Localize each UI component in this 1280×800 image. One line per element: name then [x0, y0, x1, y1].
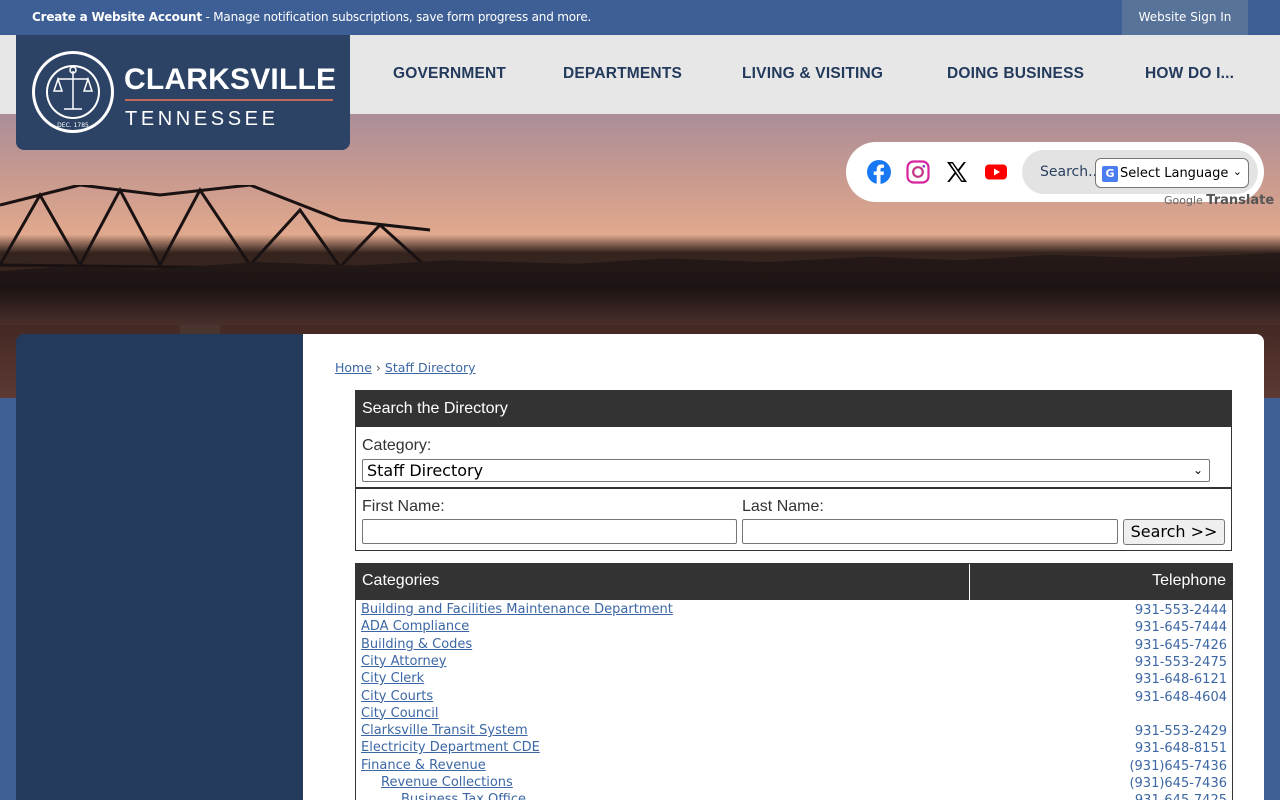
google-label: Google: [1164, 194, 1203, 207]
category-link[interactable]: Electricity Department CDE: [361, 740, 540, 755]
directory-search-panel: Search the Directory Category: Staff Dir…: [355, 390, 1232, 488]
google-translate-icon: G: [1102, 166, 1118, 182]
table-header: Categories Telephone: [356, 564, 1232, 600]
name-search-panel: First Name: Last Name: Search >>: [355, 488, 1232, 551]
table-row: Clarksville Transit System 931-553-2429: [356, 722, 1232, 739]
table-row: Finance & Revenue (931)645-7436: [356, 757, 1232, 774]
top-bar: Create a Website Account - Manage notifi…: [0, 0, 1280, 35]
category-link[interactable]: Clarksville Transit System: [361, 723, 528, 738]
language-select[interactable]: G Select Language ⌄: [1095, 158, 1249, 188]
category-select[interactable]: Staff Directory ⌄: [362, 459, 1210, 482]
breadcrumb: Home › Staff Directory: [335, 360, 476, 375]
category-link[interactable]: Building & Codes: [361, 637, 472, 652]
category-link[interactable]: City Courts: [361, 689, 433, 704]
x-icon[interactable]: [945, 160, 969, 184]
table-row: City Attorney 931-553-2475: [356, 653, 1232, 670]
header-divider: [969, 564, 970, 600]
telephone-value: (931)645-7436: [1129, 758, 1227, 774]
telephone-value: 931-645-7425: [1135, 793, 1227, 800]
instagram-icon[interactable]: [906, 160, 930, 184]
category-label: Category:: [362, 437, 432, 454]
first-name-label: First Name:: [362, 498, 445, 515]
last-name-input[interactable]: [742, 519, 1118, 544]
column-header-categories: Categories: [362, 572, 440, 589]
telephone-value: (931)645-7436: [1129, 776, 1227, 791]
breadcrumb-home[interactable]: Home: [335, 360, 372, 375]
sidebar: [16, 334, 303, 800]
table-row: City Council: [356, 705, 1232, 722]
language-select-value: Select Language: [1120, 166, 1229, 181]
search-panel-title: Search the Directory: [356, 391, 1231, 427]
google-translate-credit[interactable]: Google Translate: [1164, 193, 1274, 208]
telephone-value: 931-648-4604: [1134, 689, 1227, 705]
breadcrumb-separator: ›: [375, 360, 381, 375]
main-content: Home › Staff Directory Search the Direct…: [303, 334, 1264, 800]
table-row: City Clerk 931-648-6121: [356, 670, 1232, 687]
last-name-label: Last Name:: [742, 498, 824, 515]
category-link[interactable]: Revenue Collections: [381, 775, 513, 790]
search-placeholder: Search...: [1040, 164, 1102, 180]
create-account-description: - Manage notification subscriptions, sav…: [201, 10, 592, 24]
table-row: ADA Compliance 931-645-7444: [356, 618, 1232, 635]
nav-living-visiting[interactable]: LIVING & VISITING: [742, 65, 883, 83]
category-link[interactable]: City Council: [361, 706, 439, 721]
category-link[interactable]: Building and Facilities Maintenance Depa…: [361, 602, 673, 617]
chevron-down-icon: ⌄: [1232, 165, 1242, 178]
nav-departments[interactable]: DEPARTMENTS: [563, 65, 682, 83]
telephone-value: 931-645-7426: [1134, 637, 1227, 653]
category-link[interactable]: Business Tax Office: [401, 792, 526, 800]
telephone-value: 931-648-6121: [1134, 672, 1227, 688]
telephone-value: 931-648-8151: [1134, 741, 1227, 757]
category-link[interactable]: ADA Compliance: [361, 619, 469, 634]
first-name-input[interactable]: [362, 519, 737, 544]
logo-city-name: CLARKSVILLE: [124, 63, 337, 96]
telephone-value: 931-553-2429: [1134, 724, 1227, 740]
city-seal-icon: DEC. 1785: [32, 51, 114, 133]
telephone-value: 931-645-7444: [1134, 620, 1227, 636]
nav-government[interactable]: GOVERNMENT: [393, 65, 506, 83]
logo-state-name: TENNESSEE: [125, 108, 279, 130]
table-row: Electricity Department CDE 931-648-8151: [356, 739, 1232, 756]
create-account-link[interactable]: Create a Website Account - Manage notifi…: [32, 10, 591, 24]
translate-label: Translate: [1206, 193, 1275, 208]
category-select-value: Staff Directory: [367, 461, 484, 480]
logo-divider: [125, 99, 333, 101]
table-row: Business Tax Office 931-645-7425: [356, 791, 1232, 800]
search-button[interactable]: Search >>: [1123, 519, 1225, 545]
chevron-down-icon: ⌄: [1192, 463, 1203, 477]
column-header-telephone: Telephone: [1152, 572, 1226, 589]
svg-text:DEC. 1785: DEC. 1785: [57, 122, 89, 129]
table-row: Building & Codes 931-645-7426: [356, 636, 1232, 653]
telephone-value: 931-553-2475: [1134, 654, 1227, 670]
table-row: City Courts 931-648-4604: [356, 688, 1232, 705]
nav-doing-business[interactable]: DOING BUSINESS: [947, 65, 1084, 83]
table-row: Building and Facilities Maintenance Depa…: [356, 601, 1232, 618]
youtube-icon[interactable]: [984, 160, 1008, 184]
site-logo[interactable]: DEC. 1785 CLARKSVILLE TENNESSEE: [16, 35, 350, 150]
category-link[interactable]: City Clerk: [361, 671, 424, 686]
nav-how-do-i[interactable]: HOW DO I...: [1145, 65, 1234, 83]
table-row: Revenue Collections (931)645-7436: [356, 774, 1232, 791]
create-account-label[interactable]: Create a Website Account: [32, 10, 202, 24]
telephone-value: 931-553-2444: [1134, 603, 1227, 618]
directory-table: Categories Telephone Building and Facili…: [355, 563, 1233, 800]
category-link[interactable]: Finance & Revenue: [361, 758, 486, 773]
facebook-icon[interactable]: [867, 160, 891, 184]
category-link[interactable]: City Attorney: [361, 654, 446, 669]
breadcrumb-staff-directory[interactable]: Staff Directory: [385, 360, 476, 375]
website-sign-in-button[interactable]: Website Sign In: [1122, 0, 1248, 35]
